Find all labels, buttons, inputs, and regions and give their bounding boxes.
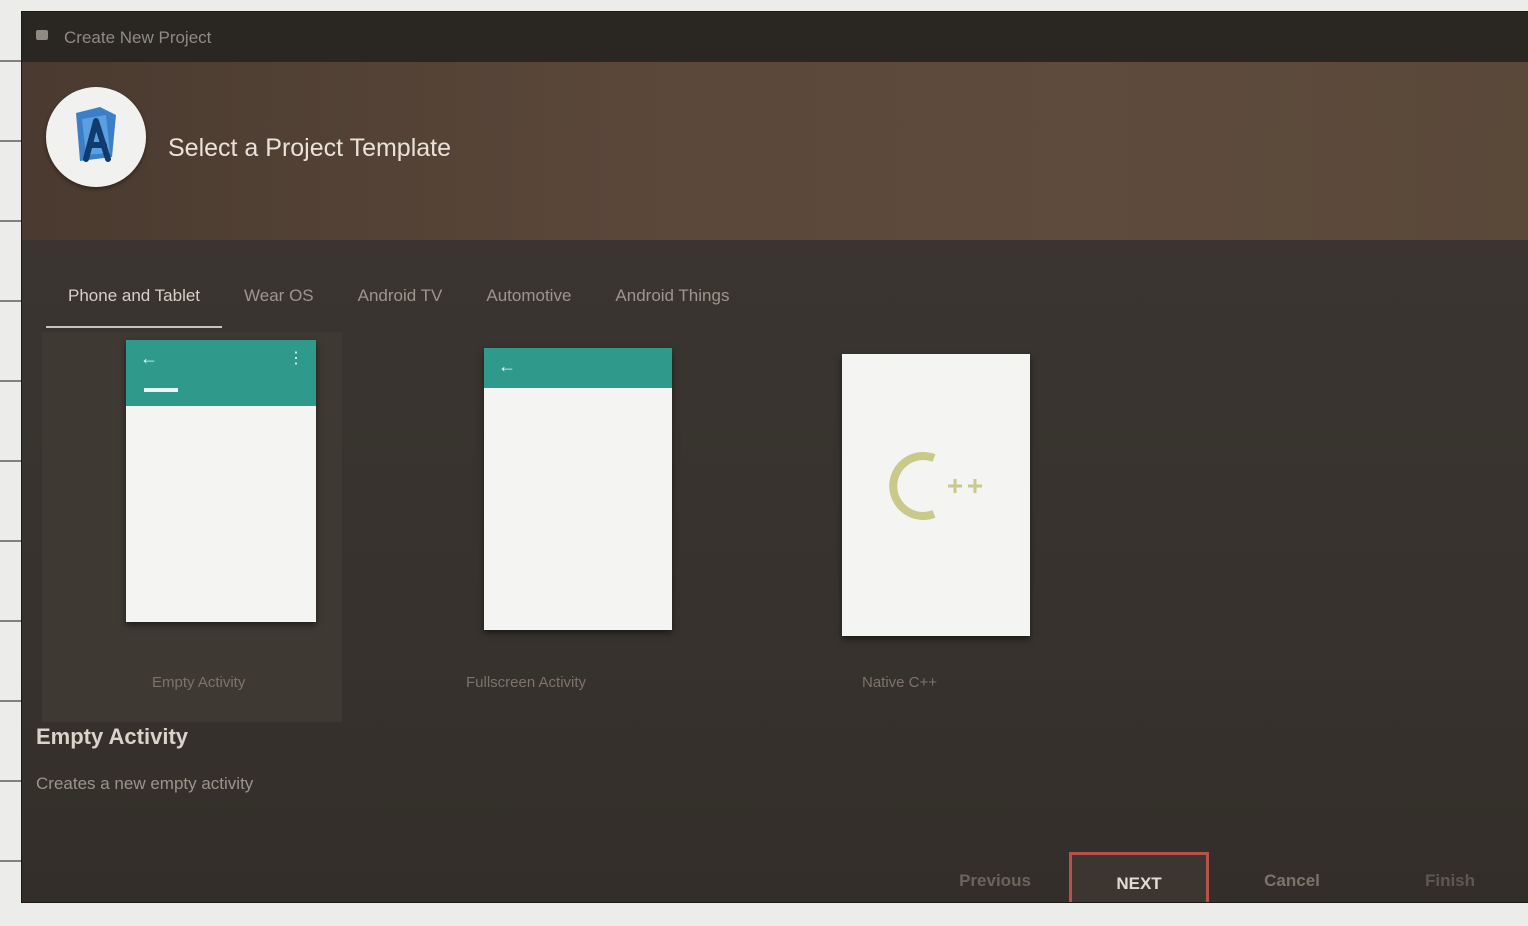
- android-studio-small-icon: [36, 30, 48, 40]
- dialog-header: Select a Project Template: [22, 62, 1528, 240]
- finish-button[interactable]: Finish: [1400, 852, 1500, 902]
- tab-indicator: [144, 388, 178, 392]
- device-tabs: Phone and Tablet Wear OS Android TV Auto…: [46, 270, 751, 328]
- template-gallery: ← ⋮ Empty Activity ← Fullscreen Activity: [22, 340, 1528, 720]
- android-studio-logo: [46, 87, 146, 187]
- create-project-dialog: Create New Project Select a Project Temp…: [22, 12, 1528, 902]
- tab-phone-and-tablet[interactable]: Phone and Tablet: [46, 270, 223, 328]
- overflow-menu-icon: ⋮: [288, 350, 304, 367]
- template-appbar: ←: [484, 348, 672, 388]
- template-fullscreen-activity[interactable]: ← Fullscreen Activity: [466, 348, 744, 700]
- template-native-cpp[interactable]: Native C++: [842, 354, 1142, 700]
- template-caption: Empty Activity: [152, 674, 246, 691]
- previous-button[interactable]: Previous: [940, 852, 1050, 902]
- back-arrow-icon: ←: [140, 348, 158, 368]
- template-caption: Native C++: [862, 674, 938, 691]
- android-studio-icon: [76, 107, 116, 162]
- template-preview: [842, 354, 1030, 636]
- cancel-button[interactable]: Cancel: [1232, 852, 1352, 902]
- template-preview: ← ⋮: [126, 340, 316, 622]
- template-description-title: Empty Activity: [36, 724, 189, 749]
- tab-android-things[interactable]: Android Things: [593, 270, 751, 326]
- template-empty-activity[interactable]: ← ⋮ Empty Activity: [126, 340, 326, 700]
- template-appbar: ← ⋮: [126, 340, 316, 406]
- template-description-text: Creates a new empty activity: [36, 774, 254, 793]
- tab-android-tv[interactable]: Android TV: [336, 270, 465, 326]
- next-button[interactable]: NEXT: [1069, 852, 1209, 902]
- window-title: Create New Project: [64, 28, 212, 47]
- tab-automotive[interactable]: Automotive: [464, 270, 593, 326]
- title-bar: Create New Project: [22, 12, 1528, 62]
- back-arrow-icon: ←: [498, 356, 516, 376]
- dialog-content: Phone and Tablet Wear OS Android TV Auto…: [22, 240, 1528, 902]
- cpp-icon: [889, 452, 982, 520]
- header-title: Select a Project Template: [168, 134, 452, 162]
- template-preview: ←: [484, 348, 672, 630]
- tab-wear-os[interactable]: Wear OS: [222, 270, 336, 326]
- template-caption: Fullscreen Activity: [466, 674, 587, 691]
